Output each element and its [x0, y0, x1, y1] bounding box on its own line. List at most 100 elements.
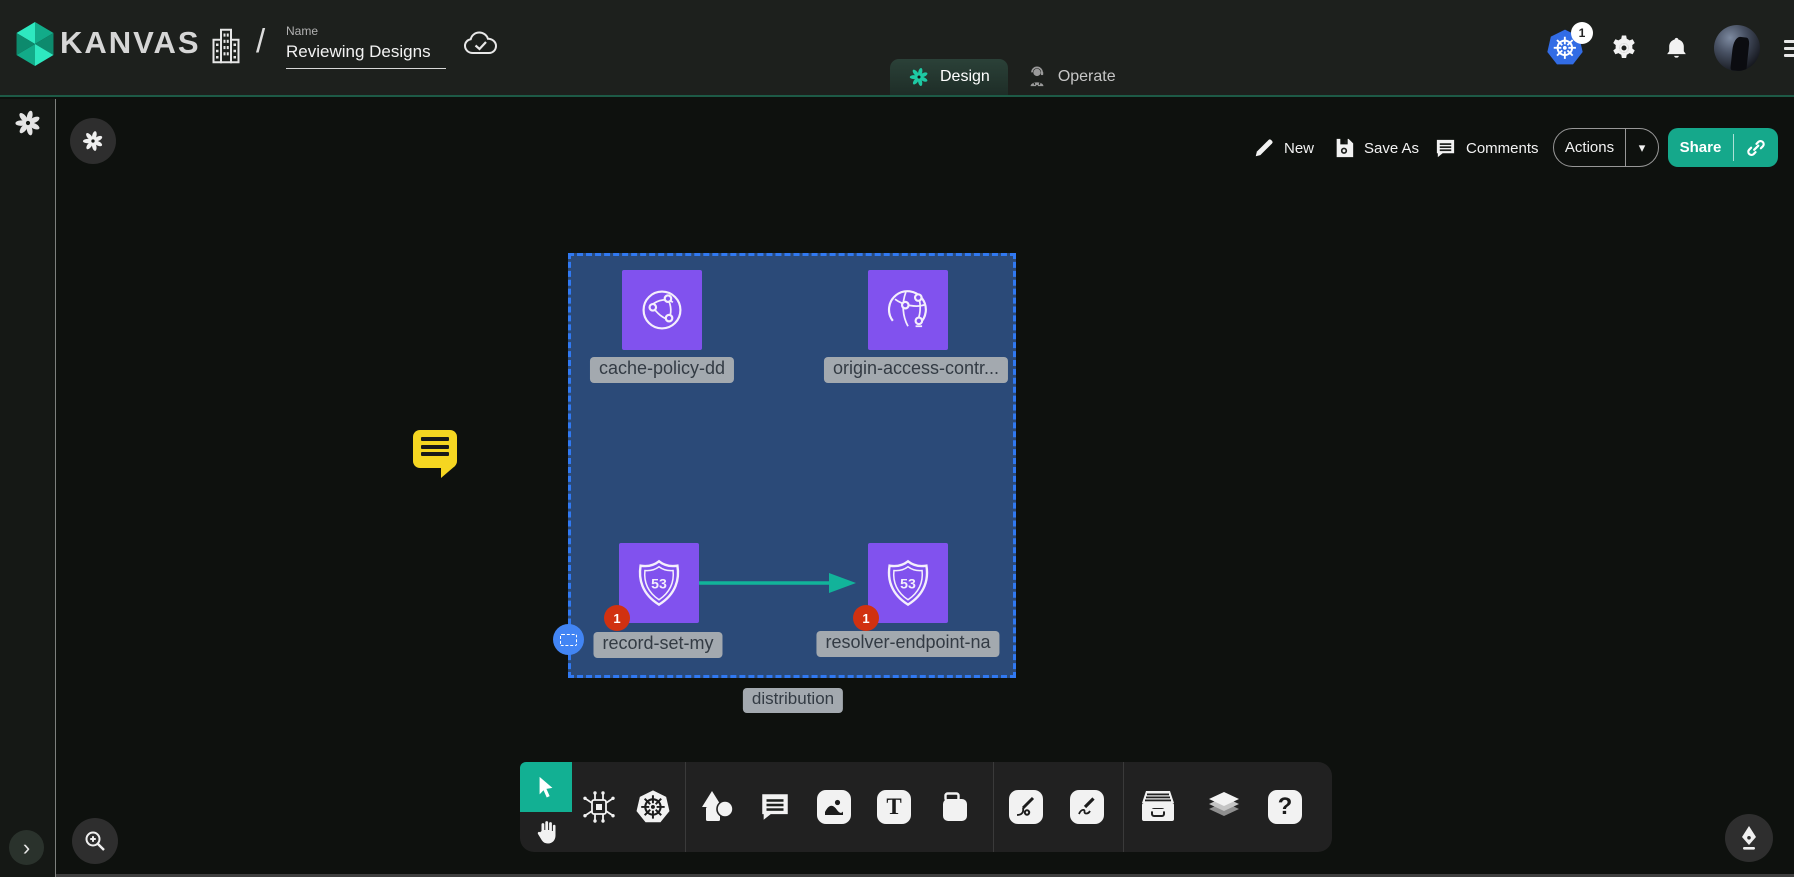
kubernetes-count-badge: 1	[1571, 22, 1593, 44]
left-sidebar: ›	[0, 99, 56, 877]
comments-label: Comments	[1466, 140, 1539, 157]
comments-button[interactable]: Comments	[1434, 128, 1539, 168]
route53-shield-icon: 53	[633, 557, 685, 609]
tool-text[interactable]: T	[877, 790, 911, 824]
dashed-rect-icon	[560, 634, 577, 646]
tool-card[interactable]	[939, 790, 973, 824]
tool-edge-edit[interactable]	[1009, 790, 1043, 824]
node-origin-access-control[interactable]	[868, 270, 948, 350]
mode-tabs: Design Operate	[890, 59, 1134, 95]
link-icon	[1745, 137, 1767, 159]
shapes-icon	[698, 789, 736, 825]
organization-icon[interactable]	[211, 27, 241, 65]
node-label-cache-policy[interactable]: cache-policy-dd	[590, 357, 734, 383]
svg-text:53: 53	[651, 575, 667, 591]
pencil-icon	[1253, 137, 1275, 159]
freehand-pencil-icon	[1070, 790, 1104, 824]
kubernetes-heptagon-icon	[633, 788, 673, 826]
name-field-label: Name	[286, 24, 448, 38]
notifications-bell-icon[interactable]	[1663, 35, 1690, 62]
tool-shapes[interactable]	[698, 789, 736, 825]
menu-hamburger-icon[interactable]	[1784, 36, 1794, 61]
settings-gear-icon[interactable]	[1609, 33, 1639, 63]
sidebar-spiral-icon[interactable]	[13, 108, 43, 138]
cursor-arrow-icon	[535, 775, 557, 799]
design-tab-icon	[908, 66, 930, 88]
tool-image[interactable]	[817, 790, 851, 824]
share-button[interactable]: Share	[1668, 128, 1778, 167]
tool-layers[interactable]	[1205, 788, 1243, 826]
actions-label: Actions	[1554, 139, 1625, 156]
cloudfront-mesh-globe-icon	[882, 284, 934, 336]
save-as-button[interactable]: Save As	[1333, 128, 1419, 168]
text-tool-icon: T	[877, 790, 911, 824]
kubernetes-context-button[interactable]: 1	[1545, 28, 1585, 68]
tab-operate-label: Operate	[1058, 68, 1116, 86]
group-select-handle[interactable]	[553, 624, 584, 655]
toolbar-divider	[1123, 762, 1124, 852]
tab-operate[interactable]: Operate	[1008, 59, 1134, 95]
node-cache-policy[interactable]	[622, 270, 702, 350]
tab-design[interactable]: Design	[890, 59, 1008, 95]
design-name-input[interactable]	[286, 41, 446, 69]
node-label-record-set[interactable]: record-set-my	[593, 632, 722, 658]
tool-help[interactable]: ?	[1268, 790, 1302, 824]
comment-tool-icon	[758, 790, 792, 824]
edge-record-to-resolver[interactable]	[699, 570, 857, 596]
magnifier-plus-icon	[83, 829, 107, 853]
node-record-set[interactable]: 53	[619, 543, 699, 623]
node-label-resolver-endpoint[interactable]: resolver-endpoint-na	[816, 631, 999, 657]
tool-kubernetes[interactable]	[633, 788, 673, 826]
edge-pen-icon	[1009, 790, 1043, 824]
resolver-endpoint-count-badge[interactable]: 1	[853, 605, 879, 631]
sidebar-expand-button[interactable]: ›	[9, 830, 44, 865]
design-name-field: Name	[286, 24, 448, 69]
pen-nib-icon	[1737, 825, 1761, 851]
cloudfront-network-globe-icon	[636, 284, 688, 336]
tool-select-cursor[interactable]	[520, 762, 572, 812]
help-icon: ?	[1268, 790, 1302, 824]
tool-comment[interactable]	[758, 790, 792, 824]
route53-shield-icon: 53	[882, 557, 934, 609]
save-icon	[1333, 137, 1355, 159]
save-as-label: Save As	[1364, 140, 1419, 157]
node-label-origin-access[interactable]: origin-access-contr...	[824, 357, 1008, 383]
breadcrumb-separator: /	[256, 22, 265, 60]
tool-infrastructure[interactable]	[581, 789, 617, 825]
kanvas-logo-icon[interactable]	[13, 21, 57, 67]
app-header: KANVAS / Name Design	[0, 0, 1794, 97]
canvas-comment-marker[interactable]	[413, 430, 457, 468]
chevron-right-icon: ›	[23, 837, 30, 859]
canvas-settings-button[interactable]	[70, 118, 116, 164]
comments-icon	[1434, 137, 1457, 160]
new-button[interactable]: New	[1253, 128, 1314, 168]
tab-design-label: Design	[940, 68, 990, 86]
copy-link-button[interactable]	[1734, 137, 1778, 159]
zoom-in-button[interactable]	[72, 818, 118, 864]
share-label: Share	[1668, 139, 1733, 156]
flower-icon	[81, 129, 105, 153]
comment-marker-tail	[441, 466, 455, 478]
drawer-archive-icon	[1138, 789, 1178, 825]
cloud-saved-icon	[463, 30, 501, 60]
node-resolver-endpoint[interactable]: 53	[868, 543, 948, 623]
group-label-distribution[interactable]: distribution	[743, 688, 843, 713]
actions-dropdown-button[interactable]: Actions ▾	[1553, 128, 1659, 167]
annotate-pen-button[interactable]	[1725, 814, 1773, 862]
svg-text:53: 53	[900, 575, 916, 591]
header-right-cluster: 1	[1545, 22, 1794, 74]
card-panel-icon	[939, 790, 973, 824]
tool-drawer[interactable]	[1138, 789, 1178, 825]
app-root: KANVAS / Name Design	[0, 0, 1794, 877]
toolbar-divider	[993, 762, 994, 852]
record-set-count-badge[interactable]: 1	[604, 605, 630, 631]
new-label: New	[1284, 140, 1314, 157]
user-avatar[interactable]	[1714, 25, 1760, 71]
layers-icon	[1205, 788, 1243, 826]
toolbar-divider	[685, 762, 686, 852]
tool-freehand-draw[interactable]	[1070, 790, 1104, 824]
circuit-chip-icon	[581, 789, 617, 825]
tool-pan-hand[interactable]	[520, 812, 572, 852]
image-icon	[817, 790, 851, 824]
caret-down-icon: ▾	[1626, 140, 1658, 156]
